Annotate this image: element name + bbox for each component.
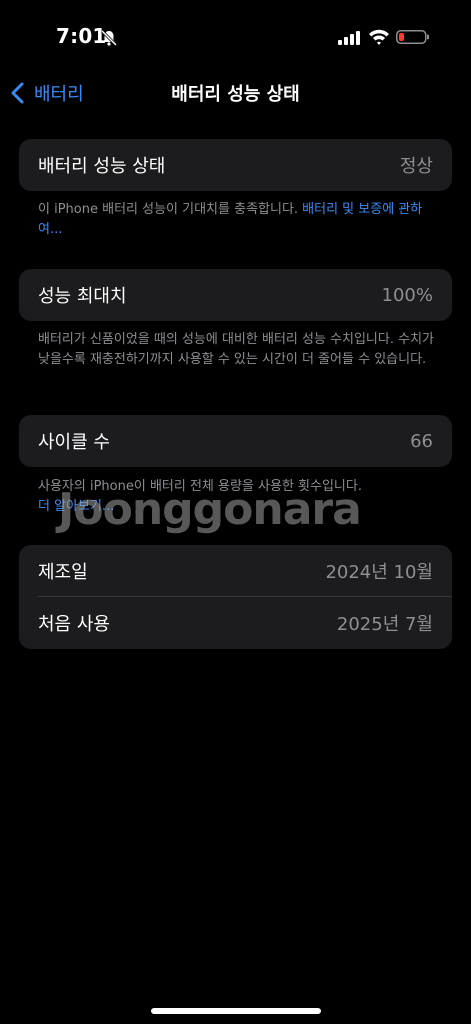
status-bar: 7:01 xyxy=(0,0,471,76)
page-title: 배터리 성능 상태 xyxy=(171,84,300,105)
bell-slash-icon xyxy=(100,29,118,47)
manufacture-date-value: 2024년 10월 xyxy=(325,562,433,583)
home-indicator[interactable] xyxy=(151,1008,321,1014)
cycle-count-card: 사이클 수 66 xyxy=(19,415,452,467)
first-use-label: 처음 사용 xyxy=(38,614,110,635)
max-capacity-value: 100% xyxy=(381,284,433,306)
max-capacity-label: 성능 최대치 xyxy=(38,286,127,307)
first-use-row: 처음 사용 2025년 7월 xyxy=(19,597,452,649)
max-capacity-row: 성능 최대치 100% xyxy=(19,269,452,321)
cycle-count-label: 사이클 수 xyxy=(38,432,110,453)
max-capacity-note: 배터리가 신품이었을 때의 성능에 대비한 배터리 성능 수치입니다. 수치가 … xyxy=(38,332,434,367)
cycle-count-value: 66 xyxy=(410,430,433,452)
manufacture-date-label: 제조일 xyxy=(38,562,88,583)
battery-health-value: 정상 xyxy=(399,156,433,177)
battery-health-card: 배터리 성능 상태 정상 xyxy=(19,139,452,191)
manufacture-date-row: 제조일 2024년 10월 xyxy=(19,545,452,597)
watermark: Joonggonara xyxy=(58,484,362,535)
signal-icon xyxy=(338,31,360,45)
battery-low-icon xyxy=(396,30,429,44)
navigation-bar: 배터리 배터리 성능 상태 xyxy=(0,76,471,110)
battery-health-note-text: 이 iPhone 배터리 성능이 기대치를 충족합니다. xyxy=(38,202,303,217)
status-time: 7:01 xyxy=(56,24,107,48)
wifi-icon xyxy=(369,29,389,45)
battery-health-note: 이 iPhone 배터리 성능이 기대치를 충족합니다. 배터리 및 보증에 관… xyxy=(38,200,438,240)
dates-card: 제조일 2024년 10월 처음 사용 2025년 7월 xyxy=(19,545,452,649)
max-capacity-card: 성능 최대치 100% xyxy=(19,269,452,321)
first-use-value: 2025년 7월 xyxy=(336,614,433,635)
cycle-count-row: 사이클 수 66 xyxy=(19,415,452,467)
battery-health-row: 배터리 성능 상태 정상 xyxy=(19,139,452,191)
battery-health-label: 배터리 성능 상태 xyxy=(38,156,166,177)
